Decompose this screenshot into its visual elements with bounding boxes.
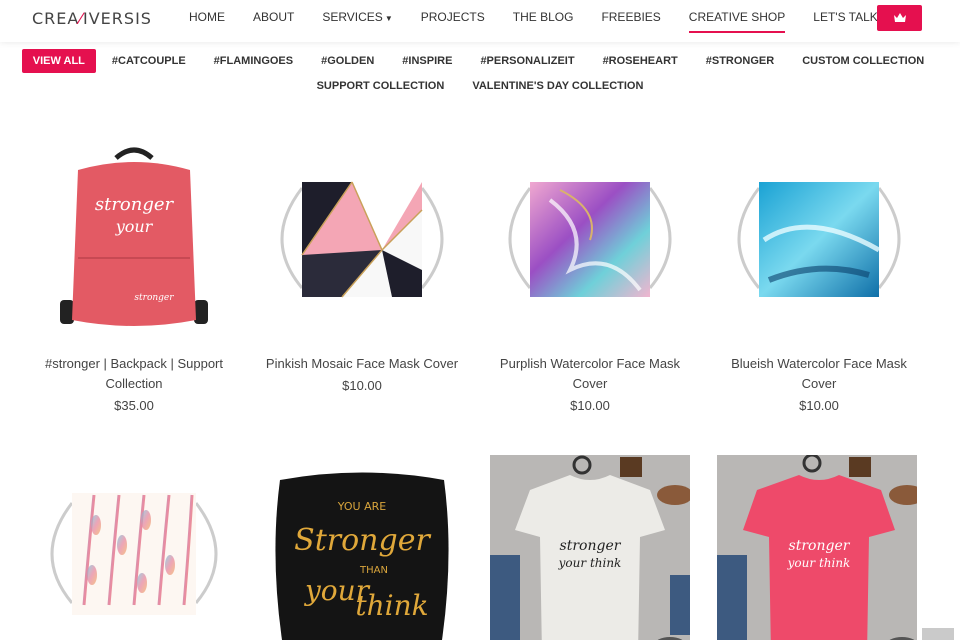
- nav-about[interactable]: ABOUT: [239, 0, 308, 42]
- product-image-backpack[interactable]: stronger your stronger: [34, 140, 234, 340]
- product-image-pinkish-mask[interactable]: [262, 140, 462, 340]
- svg-text:your think: your think: [558, 556, 622, 570]
- product-title[interactable]: Pinkish Mosaic Face Mask Cover: [262, 354, 462, 374]
- product-image-pillow[interactable]: YOU ARE Stronger THAN your think: [262, 455, 462, 640]
- svg-text:Stronger: Stronger: [294, 523, 431, 558]
- product-image-purplish-mask[interactable]: [490, 140, 690, 340]
- product-card[interactable]: stronger your think: [490, 455, 690, 640]
- product-title[interactable]: #stronger | Backpack | Support Collectio…: [34, 354, 234, 394]
- nav-blog[interactable]: THE BLOG: [499, 0, 588, 42]
- filter-support-collection[interactable]: SUPPORT COLLECTION: [303, 74, 459, 98]
- svg-text:YOU ARE: YOU ARE: [337, 500, 386, 513]
- svg-text:stronger: stronger: [560, 538, 622, 554]
- svg-text:your think: your think: [787, 556, 851, 570]
- nav-creative-shop[interactable]: CREATIVE SHOP: [675, 0, 799, 42]
- nav-home[interactable]: HOME: [175, 0, 239, 42]
- filter-personalizeit[interactable]: #PERSONALIZEIT: [466, 49, 588, 73]
- filter-custom-collection[interactable]: CUSTOM COLLECTION: [788, 49, 938, 73]
- filter-view-all[interactable]: VIEW ALL: [21, 49, 96, 73]
- filter-bar-row2: SUPPORT COLLECTION VALENTINE'S DAY COLLE…: [0, 74, 960, 98]
- product-image-pink-tshirt[interactable]: stronger your think: [717, 455, 917, 640]
- scroll-to-top-button[interactable]: [922, 628, 954, 640]
- product-image-grey-tshirt[interactable]: stronger your think: [490, 455, 690, 640]
- nav-projects[interactable]: PROJECTS: [407, 0, 499, 42]
- product-card[interactable]: Purplish Watercolor Face Mask Cover $10.…: [490, 140, 690, 413]
- filter-roseheart[interactable]: #ROSEHEART: [589, 49, 692, 73]
- product-card[interactable]: stronger your stronger #stronger | Backp…: [34, 140, 234, 413]
- svg-text:stronger: stronger: [134, 293, 174, 303]
- svg-text:think: think: [355, 589, 428, 622]
- crown-icon: [893, 13, 906, 22]
- product-title[interactable]: Blueish Watercolor Face Mask Cover: [719, 354, 919, 394]
- chevron-down-icon: ▼: [384, 14, 393, 23]
- svg-text:stronger: stronger: [789, 538, 851, 554]
- product-card[interactable]: Pinkish Mosaic Face Mask Cover $10.00: [262, 140, 462, 393]
- nav-services[interactable]: SERVICES ▼: [308, 0, 406, 42]
- site-logo[interactable]: CREA⁄IVERSIS: [32, 9, 152, 28]
- filter-flamingoes[interactable]: #FLAMINGOES: [200, 49, 307, 73]
- main-nav: HOME ABOUT SERVICES ▼ PROJECTS THE BLOG F…: [175, 0, 902, 42]
- shop-button[interactable]: [877, 5, 922, 31]
- product-price: $10.00: [342, 378, 382, 393]
- site-header: CREA⁄IVERSIS HOME ABOUT SERVICES ▼ PROJEC…: [0, 0, 960, 42]
- filter-golden[interactable]: #GOLDEN: [307, 49, 388, 73]
- filter-inspire[interactable]: #INSPIRE: [388, 49, 466, 73]
- product-price: $10.00: [570, 398, 610, 413]
- product-image-leaves-mask[interactable]: [34, 455, 234, 640]
- product-image-blueish-mask[interactable]: [719, 140, 919, 340]
- product-card[interactable]: YOU ARE Stronger THAN your think: [262, 455, 462, 640]
- filter-stronger[interactable]: #STRONGER: [692, 49, 788, 73]
- nav-freebies[interactable]: FREEBIES: [587, 0, 674, 42]
- filter-bar: VIEW ALL #CATCOUPLE #FLAMINGOES #GOLDEN …: [0, 49, 960, 73]
- svg-text:stronger: stronger: [95, 194, 175, 215]
- filter-catcouple[interactable]: #CATCOUPLE: [98, 49, 200, 73]
- product-title[interactable]: Purplish Watercolor Face Mask Cover: [490, 354, 690, 394]
- product-card[interactable]: stronger your think: [717, 455, 917, 640]
- product-card[interactable]: [34, 455, 234, 640]
- filter-valentines-collection[interactable]: VALENTINE'S DAY COLLECTION: [458, 74, 657, 98]
- svg-text:your: your: [115, 217, 154, 236]
- product-price: $10.00: [799, 398, 839, 413]
- product-price: $35.00: [114, 398, 154, 413]
- product-card[interactable]: Blueish Watercolor Face Mask Cover $10.0…: [719, 140, 919, 413]
